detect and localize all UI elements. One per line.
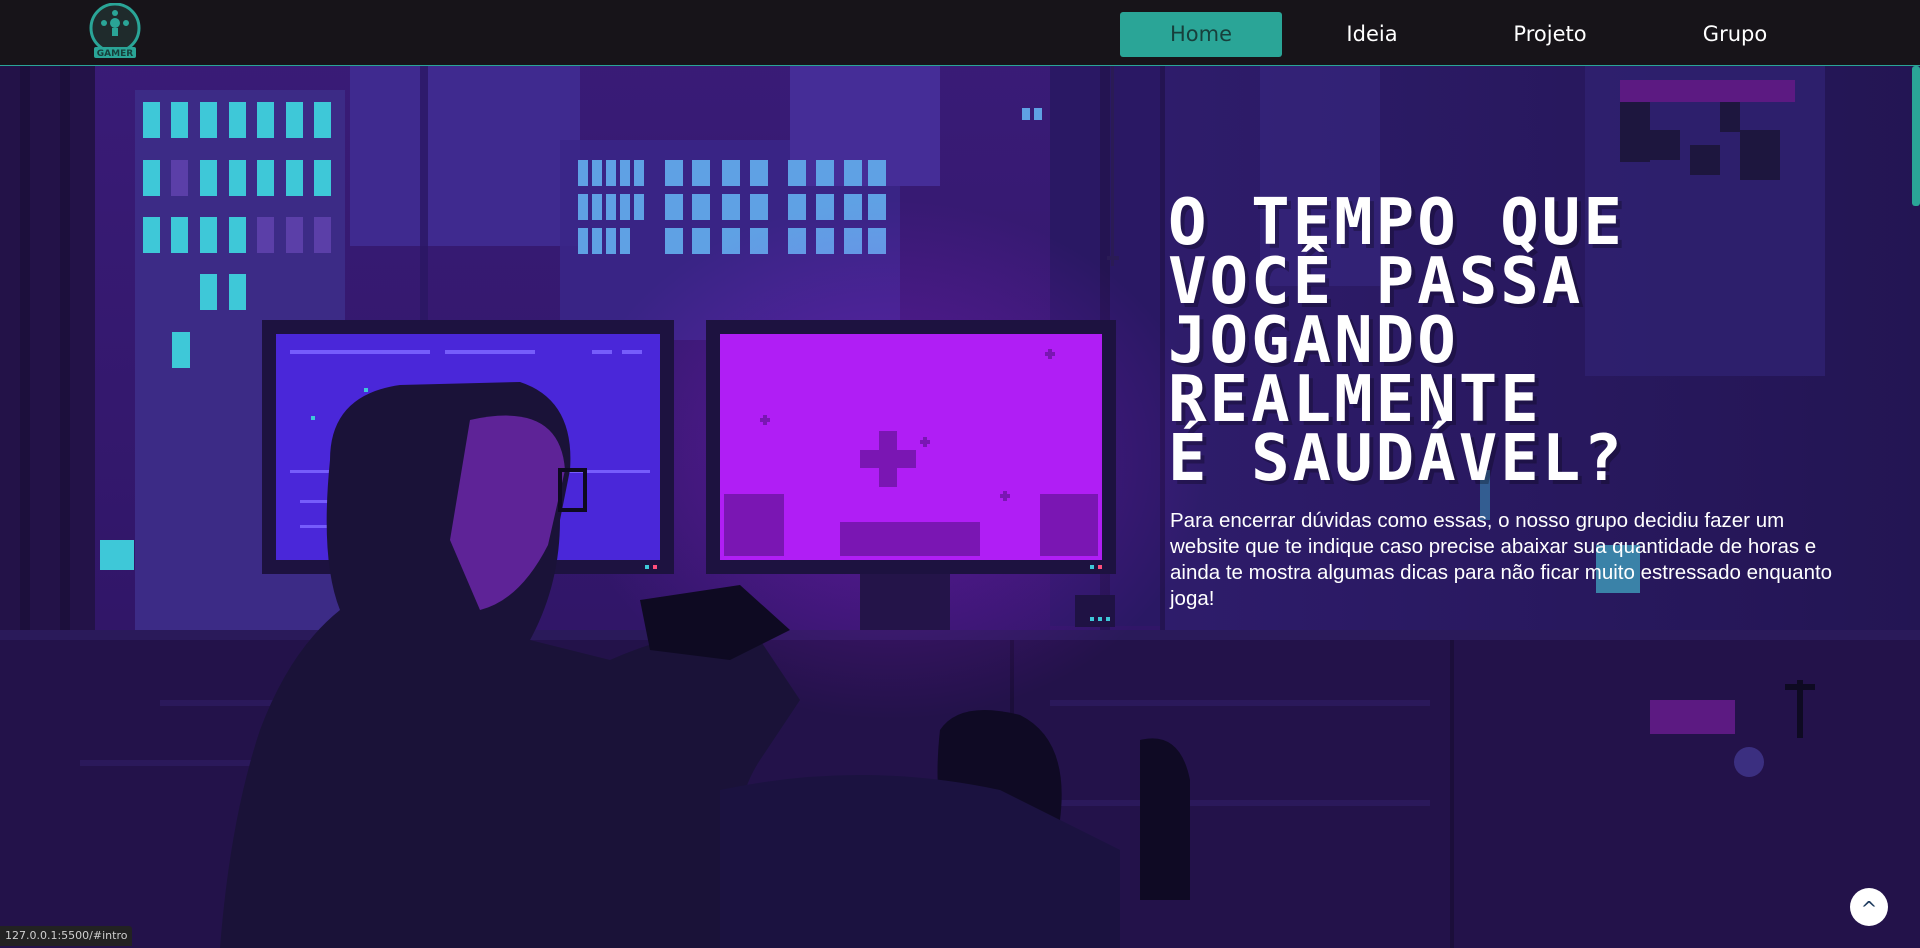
nav-ideia[interactable]: Ideia bbox=[1302, 12, 1442, 57]
scroll-to-top-button[interactable]: ^ bbox=[1850, 888, 1888, 926]
logo-text: GAMER bbox=[97, 49, 133, 59]
nav-home[interactable]: Home bbox=[1120, 12, 1282, 57]
nav-grupo[interactable]: Grupo bbox=[1660, 12, 1810, 57]
top-navbar: GAMER Home Ideia Projeto Grupo bbox=[0, 0, 1920, 66]
hero-title: O TEMPO QUE VOCÊ PASSA JOGANDO REALMENTE… bbox=[1168, 186, 1625, 496]
site-logo[interactable]: GAMER bbox=[86, 2, 144, 61]
hero-description: Para encerrar dúvidas como essas, o noss… bbox=[1170, 509, 1833, 610]
nav-projeto[interactable]: Projeto bbox=[1470, 12, 1630, 57]
caret-up-icon: ^ bbox=[1860, 897, 1878, 921]
status-bar-url: 127.0.0.1:5500/#intro bbox=[0, 926, 133, 946]
gamepad-icon: GAMER bbox=[89, 2, 141, 59]
page-scrollbar[interactable] bbox=[1912, 66, 1920, 206]
